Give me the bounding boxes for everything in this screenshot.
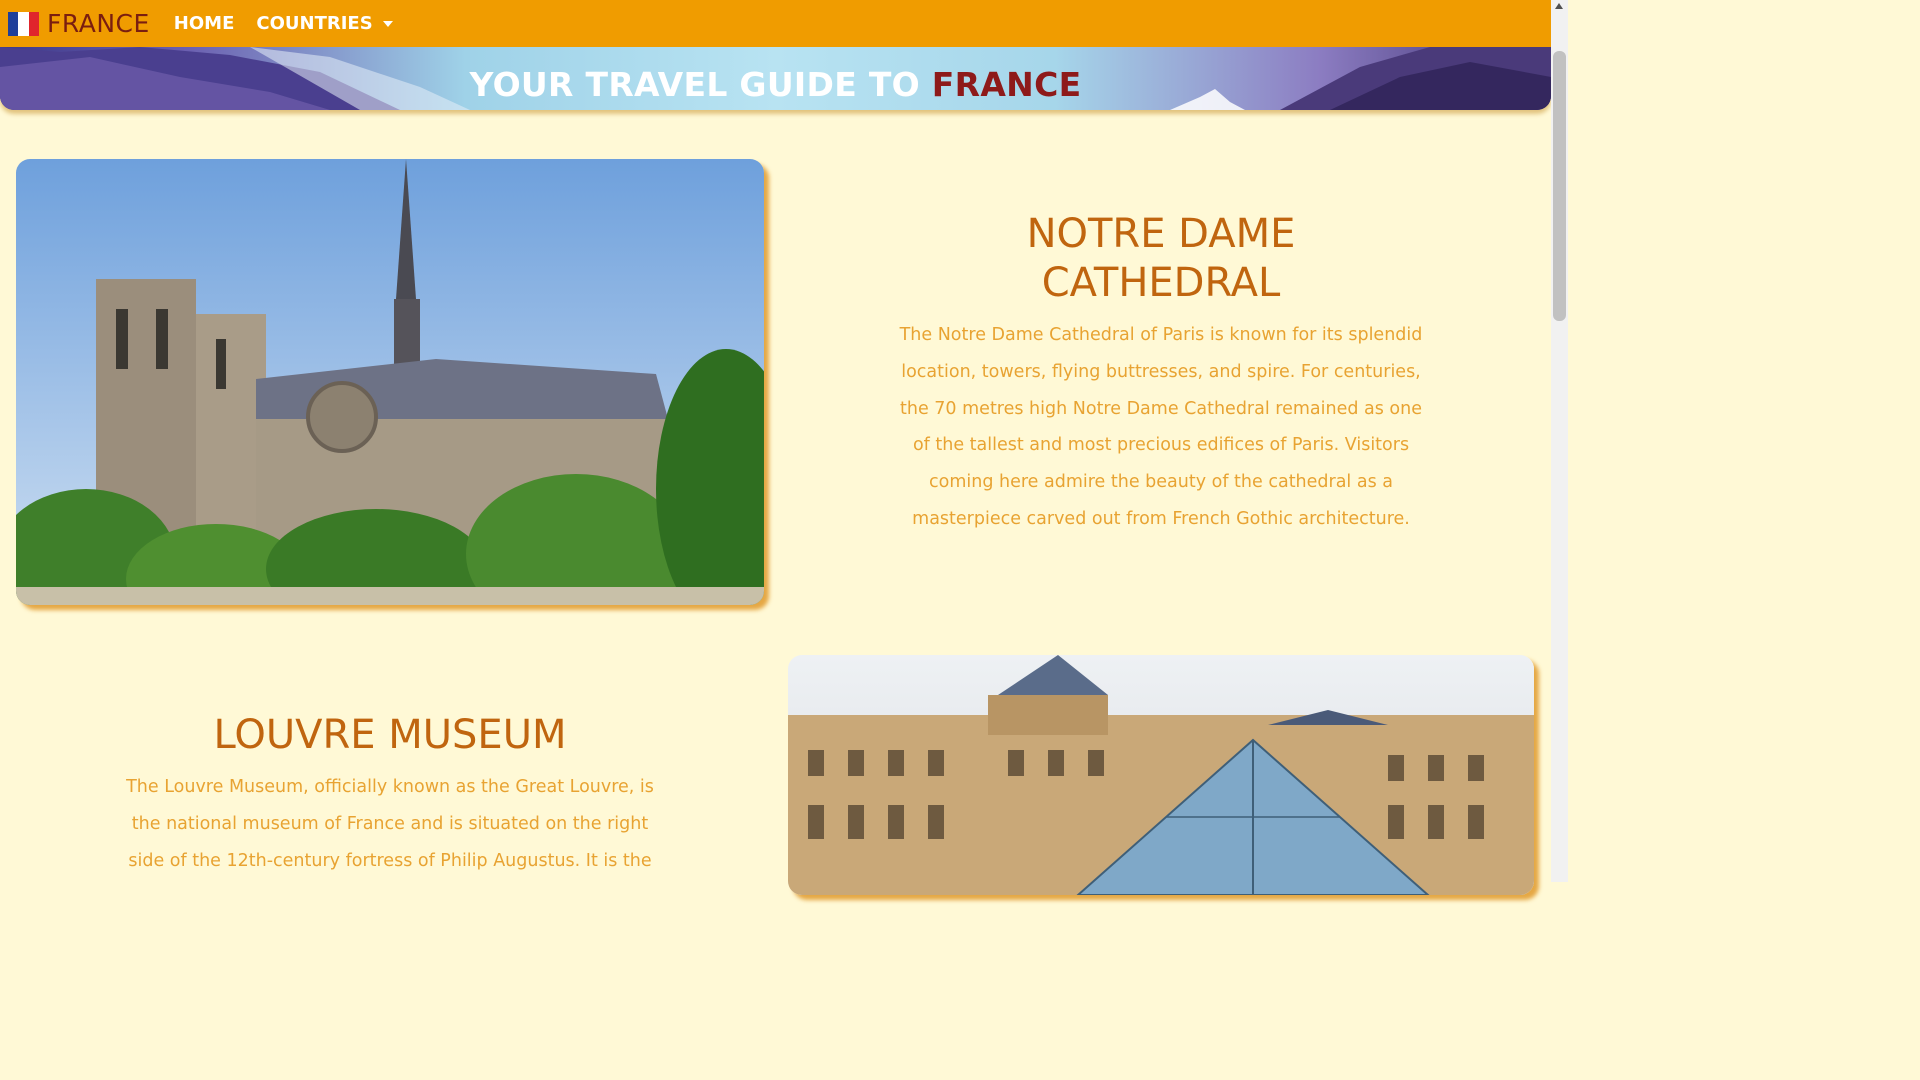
nav-dropdown-countries-label: COUNTRIES (256, 13, 373, 34)
hero-title-prefix: YOUR TRAVEL GUIDE TO (469, 65, 920, 104)
louvre-title: LOUVRE MUSEUM (16, 711, 764, 760)
hero-banner: YOUR TRAVEL GUIDE TO FRANCE (0, 47, 1551, 110)
louvre-line-3: side of the 12th-century fortress of Phi… (128, 850, 652, 871)
notre-dame-line-5: coming here admire the beauty of the cat… (929, 472, 1393, 493)
hero-title-accent: FRANCE (931, 65, 1082, 104)
caret-down-icon (382, 21, 393, 27)
brand-link[interactable]: FRANCE (8, 9, 150, 38)
notre-dame-title-line2: CATHEDRAL (1041, 260, 1281, 306)
notre-dame-line-3: the 70 metres high Notre Dame Cathedral … (900, 398, 1422, 419)
brand-name: FRANCE (47, 9, 150, 38)
notre-dame-description: The Notre Dame Cathedral of Paris is kno… (790, 317, 1532, 538)
notre-dame-image (16, 159, 764, 605)
notre-dame-line-6: masterpiece carved out from French Gothi… (912, 508, 1410, 529)
louvre-title-line1: LOUVRE MUSEUM (213, 712, 567, 758)
notre-dame-line-2: location, towers, flying buttresses, and… (901, 361, 1421, 382)
notre-dame-line-4: of the tallest and most precious edifice… (912, 435, 1410, 456)
scrollbar-thumb[interactable] (1553, 51, 1566, 321)
nav-link-home[interactable]: HOME (174, 13, 235, 34)
hero-title: YOUR TRAVEL GUIDE TO FRANCE (0, 65, 1551, 104)
page-scrollbar[interactable] (1551, 0, 1568, 882)
france-flag-icon (8, 11, 39, 36)
top-navbar: FRANCE HOME COUNTRIES (0, 0, 1551, 47)
notre-dame-line-1: The Notre Dame Cathedral of Paris is kno… (899, 325, 1423, 345)
scroll-up-arrow-icon[interactable] (1555, 3, 1563, 9)
notre-dame-title-line1: NOTRE DAME (1026, 211, 1296, 257)
notre-dame-title: NOTRE DAME CATHEDRAL (790, 210, 1532, 308)
nav-dropdown-countries[interactable]: COUNTRIES (256, 13, 393, 34)
louvre-line-2: the national museum of France and is sit… (131, 813, 649, 834)
louvre-line-1: The Louvre Museum, officially known as t… (126, 777, 654, 797)
louvre-description: The Louvre Museum, officially known as t… (16, 769, 764, 879)
louvre-image (788, 655, 1534, 895)
